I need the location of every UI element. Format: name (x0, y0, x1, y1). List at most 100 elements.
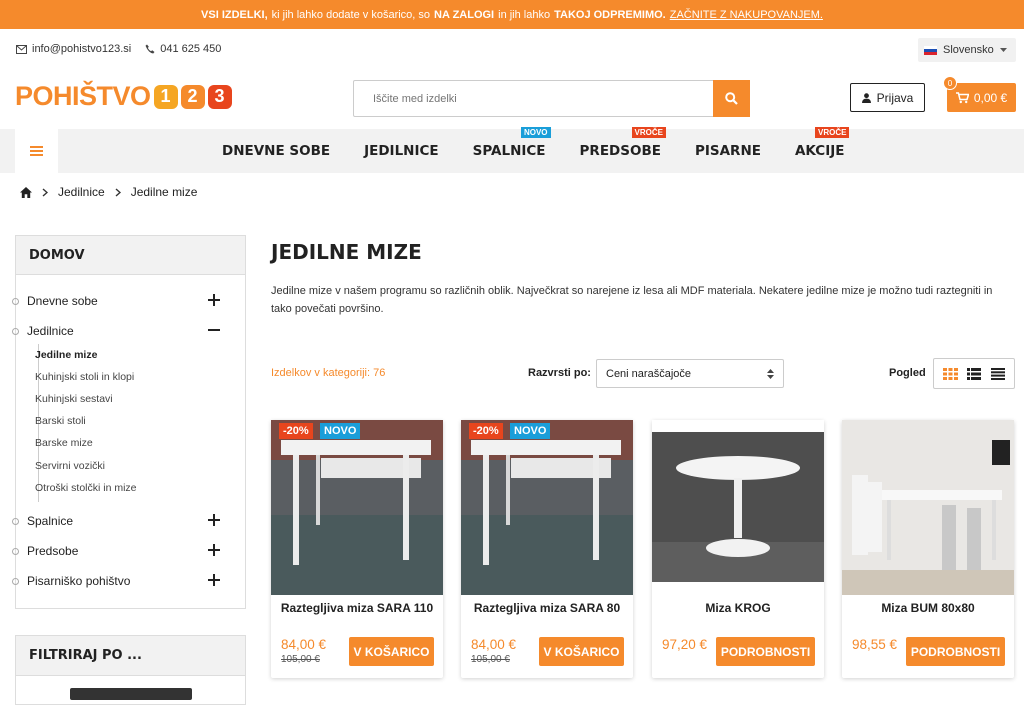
category-spalnice[interactable]: Spalnice (12, 509, 227, 533)
nav-item-pisarne[interactable]: PISARNE (678, 143, 778, 159)
search-button[interactable] (713, 80, 750, 117)
details-button[interactable]: PODROBNOSTI (906, 637, 1005, 666)
filter-action-button[interactable] (70, 688, 192, 700)
subcategory-servirni-vozicki[interactable]: Servirni vozički (35, 456, 215, 476)
breadcrumb-current: Jedilne mize (130, 185, 198, 199)
cart-button[interactable]: 0 0,00 € (943, 76, 1016, 112)
announcement-text-3: NA ZALOGI (434, 8, 495, 21)
subcategory-kuhinjski-stoli[interactable]: Kuhinjski stoli in klopi (35, 367, 215, 387)
email-text: info@pohistvo123.si (32, 43, 132, 55)
language-value: Slovensko (943, 44, 994, 56)
nav-item-spalnice[interactable]: NOVO SPALNICE (456, 127, 563, 159)
subcategory-otroski-stolcki[interactable]: Otroški stolčki in mize (35, 478, 215, 498)
product-card[interactable]: -20% NOVO Raztegljiva miza SARA 80 84,00… (461, 420, 633, 678)
product-card[interactable]: -20% NOVO Raztegljiva miza SARA 110 84,0… (271, 420, 443, 678)
product-card[interactable]: Miza BUM 80x80 98,55 € PODROBNOSTI (842, 420, 1014, 678)
category-label: Jedilnice (27, 324, 74, 338)
sort-label: Razvrsti po: (528, 367, 591, 379)
site-logo[interactable]: POHIŠTVO 1 2 3 (15, 81, 232, 112)
plus-icon[interactable] (207, 543, 221, 557)
hamburger-icon-line (30, 150, 43, 152)
nav-item-jedilnice[interactable]: JEDILNICE (347, 143, 456, 159)
bullet-icon (12, 327, 19, 335)
product-old-price: 105,00 € (281, 654, 320, 665)
nav-new-badge: NOVO (520, 127, 551, 138)
product-count: Izdelkov v kategoriji: 76 (271, 367, 386, 379)
announcement-text-4: in jih lahko (498, 8, 551, 21)
phone-contact[interactable]: 041 625 450 (145, 43, 221, 55)
minus-icon[interactable] (207, 323, 221, 337)
contact-row: info@pohistvo123.si 041 625 450 Slovensk… (0, 29, 1024, 69)
nav-item-dnevne-sobe[interactable]: DNEVNE SOBE (205, 143, 347, 159)
discount-badge: -20% (469, 423, 503, 439)
bullet-icon (12, 547, 19, 555)
phone-icon (145, 44, 155, 54)
bullet-icon (12, 517, 19, 525)
category-pisarnisko-pohistvo[interactable]: Pisarniško pohištvo (12, 569, 227, 593)
discount-badge: -20% (279, 423, 313, 439)
logo-word: POHIŠTVO (15, 81, 151, 111)
add-to-cart-button[interactable]: V KOŠARICO (349, 637, 434, 666)
language-select[interactable]: Slovensko (918, 38, 1016, 62)
product-name[interactable]: Miza BUM 80x80 (842, 601, 1014, 615)
envelope-icon (16, 44, 27, 54)
category-description: Jedilne mize v našem programu so različn… (271, 285, 993, 315)
product-name[interactable]: Raztegljiva miza SARA 80 (461, 601, 633, 615)
search-bar (353, 80, 750, 117)
breadcrumb-jedilnice[interactable]: Jedilnice (58, 185, 105, 199)
product-image[interactable] (461, 420, 633, 595)
product-price: 97,20 € (662, 637, 708, 652)
product-price: 84,00 € (471, 637, 517, 652)
compact-list-icon[interactable] (991, 367, 1006, 380)
category-label: Predsobe (27, 544, 79, 558)
hamburger-icon-line (30, 154, 43, 156)
plus-icon[interactable] (207, 293, 221, 307)
main-navigation: DNEVNE SOBE JEDILNICE NOVO SPALNICE VROČE… (0, 127, 1024, 173)
subcategory-barski-stoli[interactable]: Barski stoli (35, 411, 215, 431)
start-shopping-link[interactable]: ZAČNITE Z NAKUPOVANJEM. (670, 9, 823, 21)
plus-icon[interactable] (207, 513, 221, 527)
bullet-icon (12, 577, 19, 585)
category-label: Pisarniško pohištvo (27, 574, 131, 588)
category-jedilnice[interactable]: Jedilnice (12, 319, 227, 343)
grid-view-icon[interactable] (942, 367, 958, 380)
product-card[interactable]: Miza KROG 97,20 € PODROBNOSTI (652, 420, 824, 678)
hamburger-icon-line (30, 146, 43, 148)
menu-toggle-button[interactable] (15, 129, 58, 173)
login-button[interactable]: Prijava (850, 83, 925, 112)
nav-item-predsobe[interactable]: VROČE PREDSOBE (563, 127, 678, 159)
bullet-icon (12, 297, 19, 305)
subcategory-jedilne-mize[interactable]: Jedilne mize (35, 345, 215, 365)
page-title: JEDILNE MIZE (271, 240, 422, 264)
announcement-text-2: ki jih lahko dodate v košarico, so (271, 8, 431, 21)
nav-item-label: DNEVNE SOBE (222, 143, 331, 159)
phone-text: 041 625 450 (160, 43, 222, 55)
view-toggle (933, 358, 1015, 389)
subcategory-kuhinjski-sestavi[interactable]: Kuhinjski sestavi (35, 389, 215, 409)
plus-icon[interactable] (207, 573, 221, 587)
subcategory-barske-mize[interactable]: Barske mize (35, 433, 215, 453)
cart-icon (955, 91, 969, 103)
email-contact[interactable]: info@pohistvo123.si (16, 43, 131, 55)
home-icon[interactable] (20, 186, 32, 198)
product-image[interactable] (271, 420, 443, 595)
logo-digit-two: 2 (180, 84, 205, 109)
new-badge: NOVO (510, 423, 551, 439)
search-input[interactable] (354, 81, 713, 116)
category-predsobe[interactable]: Predsobe (12, 539, 227, 563)
nav-item-akcije[interactable]: VROČE AKCIJE (778, 127, 861, 159)
list-view-icon[interactable] (967, 367, 982, 380)
product-name[interactable]: Miza KROG (652, 601, 824, 615)
nav-item-label: SPALNICE (472, 143, 546, 159)
product-name[interactable]: Raztegljiva miza SARA 110 (271, 601, 443, 615)
category-label: Spalnice (27, 514, 74, 528)
announcement-text-1: VSI IZDELKI, (201, 8, 268, 21)
product-image[interactable] (842, 420, 1014, 595)
user-icon (861, 92, 871, 103)
sort-select[interactable]: Ceni naraščajoče (596, 359, 784, 388)
product-old-price: 105,00 € (471, 654, 510, 665)
product-image[interactable] (652, 420, 824, 595)
category-dnevne-sobe[interactable]: Dnevne sobe (12, 289, 227, 313)
add-to-cart-button[interactable]: V KOŠARICO (539, 637, 624, 666)
details-button[interactable]: PODROBNOSTI (716, 637, 815, 666)
